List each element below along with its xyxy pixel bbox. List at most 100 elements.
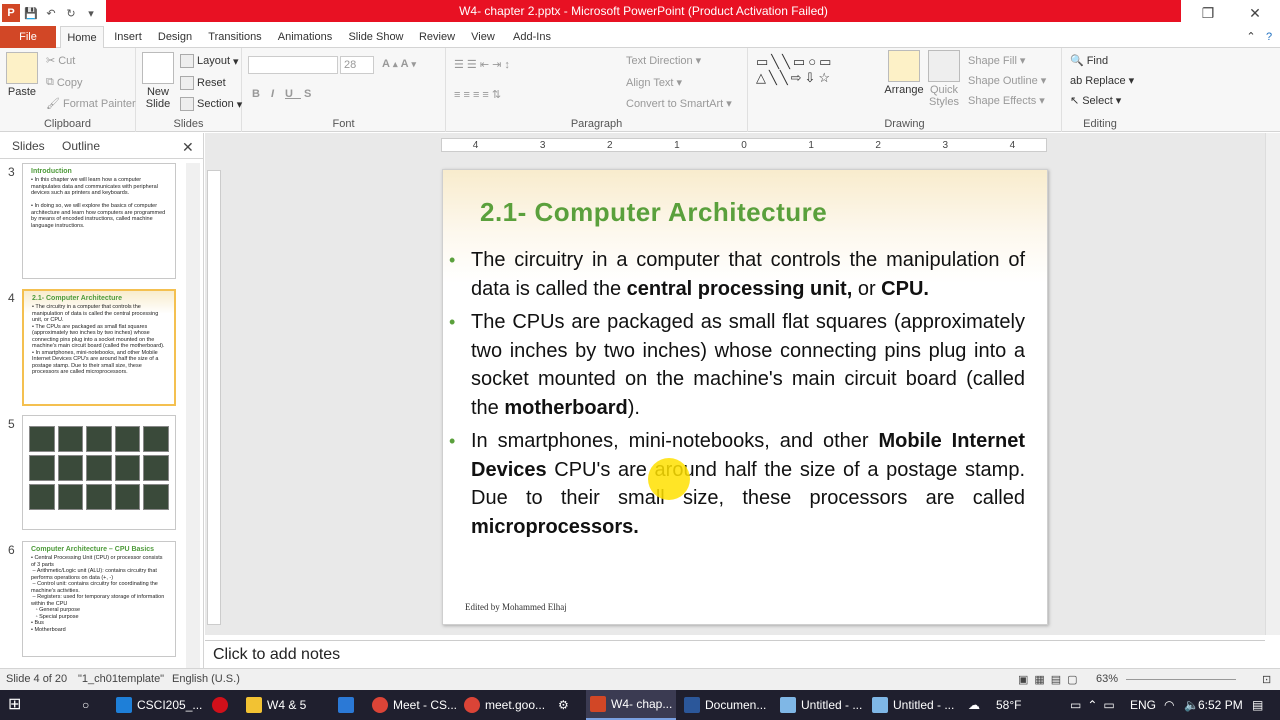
temperature[interactable]: 58°F <box>996 690 1021 720</box>
search-icon[interactable]: ○ <box>78 690 93 720</box>
layout-button[interactable]: Layout ▾ <box>180 54 239 68</box>
close-pane-icon[interactable]: ✕ <box>182 139 194 156</box>
tab-slides[interactable]: Slides <box>12 139 45 153</box>
tab-add-ins[interactable]: Add-Ins <box>508 26 556 48</box>
tab-transitions[interactable]: Transitions <box>203 26 267 48</box>
taskbar-item-word[interactable]: Documen... <box>680 690 770 720</box>
taskbar-item-meet-url[interactable]: meet.goo... <box>460 690 549 720</box>
settings-gear-icon[interactable]: ⚙ <box>554 690 573 720</box>
shape-fill-button[interactable]: Shape Fill ▾ <box>968 54 1025 68</box>
shape-effects-button[interactable]: Shape Effects ▾ <box>968 94 1045 108</box>
fit-slide-icon[interactable]: ⊡ <box>1262 673 1271 686</box>
redo-icon[interactable]: ↻ <box>62 4 80 22</box>
taskbar-label: W4- chap... <box>611 697 673 711</box>
align-icons[interactable]: ≡ ≡ ≡ ≡ ⇅ <box>454 88 501 101</box>
thumb-text: • The circuitry in a computer that contr… <box>32 304 165 375</box>
help-icon[interactable]: ? <box>1262 26 1276 48</box>
language-indicator[interactable]: English (U.S.) <box>172 673 240 685</box>
taskbar-item-powerpoint[interactable]: W4- chap... <box>586 690 677 720</box>
weather-icon[interactable]: ☁ <box>968 690 980 720</box>
find-button[interactable]: 🔍 Find <box>1070 54 1108 68</box>
slide-thumbnail-3[interactable]: Introduction • In this chapter we will l… <box>22 163 176 279</box>
editor-scrollbar[interactable] <box>1265 133 1280 635</box>
taskbar-label: W4 & 5 <box>267 698 307 712</box>
zoom-slider[interactable] <box>1126 679 1236 680</box>
text-direction-button[interactable]: Text Direction ▾ <box>626 54 701 68</box>
minimize-ribbon-icon[interactable]: ⌃ <box>1244 26 1258 48</box>
section-icon <box>180 97 194 111</box>
customize-qat-icon[interactable]: ▾ <box>82 4 100 22</box>
current-slide[interactable]: 2.1- Computer Architecture The circuitry… <box>442 169 1048 625</box>
select-button[interactable]: ↖ Select ▾ <box>1070 94 1121 108</box>
slide-thumbnail-4[interactable]: 2.1- Computer Architecture • The circuit… <box>22 289 176 406</box>
language-tray[interactable]: ENG <box>1130 690 1156 720</box>
font-name-box[interactable] <box>248 56 338 74</box>
tab-home[interactable]: Home <box>60 26 104 49</box>
volume-icon[interactable]: 🔈 <box>1184 690 1199 720</box>
taskbar-item-edge[interactable]: CSCI205_... <box>112 690 206 720</box>
taskbar-item-meet[interactable]: Meet - CS... <box>368 690 461 720</box>
slide-body[interactable]: The circuitry in a computer that control… <box>443 246 1043 546</box>
shape-outline-button[interactable]: Shape Outline ▾ <box>968 74 1046 88</box>
format-painter-button[interactable]: 🖌 Format Painter <box>46 97 136 111</box>
tab-design[interactable]: Design <box>154 26 196 48</box>
cut-button[interactable]: ✂ Cut <box>46 54 76 68</box>
taskbar-item-shield[interactable] <box>334 690 358 720</box>
align-text-button[interactable]: Align Text ▾ <box>626 76 682 90</box>
grow-font-icon[interactable]: A ▴ A ▾ <box>382 58 416 70</box>
copy-button[interactable]: ⧉ Copy <box>46 76 83 89</box>
layout-label: Layout <box>197 55 231 67</box>
shapes-gallery[interactable]: ▭╲╲▭○▭ △╲╲⇨⇩☆ <box>756 54 834 86</box>
template-name[interactable]: "1_ch01template" <box>78 673 164 685</box>
thumb-text: • Central Processing Unit (CPU) or proce… <box>31 555 165 633</box>
zoom-level[interactable]: 63% <box>1096 673 1118 685</box>
replace-button[interactable]: ab Replace ▾ <box>1070 74 1134 88</box>
notifications-icon[interactable]: ▤ <box>1252 690 1263 720</box>
powerpoint-logo-icon: P <box>2 4 20 22</box>
quick-styles-button[interactable]: Quick Styles <box>926 50 962 108</box>
bullet-bold: motherboard <box>504 396 628 419</box>
cut-label: Cut <box>58 54 76 67</box>
tab-slide-show[interactable]: Slide Show <box>344 26 408 48</box>
taskbar-item-notepad-2[interactable]: Untitled - ... <box>868 690 958 720</box>
reset-button[interactable]: Reset <box>180 76 226 90</box>
copy-icon: ⧉ <box>46 76 54 88</box>
tray-icons[interactable]: ▭⌃▭ <box>1070 690 1121 720</box>
tab-view[interactable]: View <box>467 26 499 48</box>
slide-thumbnail-5[interactable] <box>22 415 176 530</box>
paste-button[interactable]: Paste <box>4 52 40 98</box>
slide-title[interactable]: 2.1- Computer Architecture <box>480 197 827 228</box>
font-size-box[interactable]: 28 <box>340 56 374 74</box>
close-window-icon[interactable]: ✕ <box>1240 3 1270 23</box>
wifi-icon[interactable]: ◠ <box>1164 690 1174 720</box>
tab-animations[interactable]: Animations <box>274 26 336 48</box>
window-title: W4- chapter 2.pptx - Microsoft PowerPoin… <box>106 0 1181 22</box>
pane-tabs: Slides Outline ✕ <box>0 133 203 159</box>
section-label: Section <box>197 98 234 110</box>
notes-pane[interactable]: Click to add notes <box>205 640 1265 668</box>
slide-thumbnail-6[interactable]: Computer Architecture – CPU Basics • Cen… <box>22 541 176 657</box>
windows-start-icon[interactable]: ⊞ <box>4 690 25 720</box>
undo-icon[interactable]: ↶ <box>42 4 60 22</box>
shape-fill-label: Shape Fill <box>968 54 1017 67</box>
ruler-tick: 4 <box>1009 139 1016 151</box>
tab-insert[interactable]: Insert <box>108 26 148 48</box>
font-format-buttons[interactable]: BIUS <box>252 88 319 100</box>
view-buttons[interactable]: ▣▦▤▢ <box>1018 673 1084 686</box>
taskbar-item-folder[interactable]: W4 & 5 <box>242 690 310 720</box>
section-button[interactable]: Section ▾ <box>180 97 242 111</box>
convert-smartart-button[interactable]: Convert to SmartArt ▾ <box>626 97 732 111</box>
arrange-button[interactable]: Arrange <box>884 50 924 96</box>
restore-icon[interactable]: ❐ <box>1193 3 1223 23</box>
tab-outline[interactable]: Outline <box>62 139 100 153</box>
tab-review[interactable]: Review <box>416 26 458 48</box>
tab-file[interactable]: File <box>0 26 56 48</box>
taskbar-item-opera[interactable] <box>208 690 232 720</box>
paste-icon <box>6 52 38 84</box>
save-icon[interactable]: 💾 <box>22 4 40 22</box>
pane-scrollbar[interactable] <box>186 163 200 668</box>
taskbar-item-notepad-1[interactable]: Untitled - ... <box>776 690 866 720</box>
new-slide-button[interactable]: New Slide <box>140 52 176 110</box>
clock[interactable]: 6:52 PM <box>1198 690 1243 720</box>
bullets-icon[interactable]: ☰ ☰ ⇤ ⇥ ↕ <box>454 58 510 71</box>
